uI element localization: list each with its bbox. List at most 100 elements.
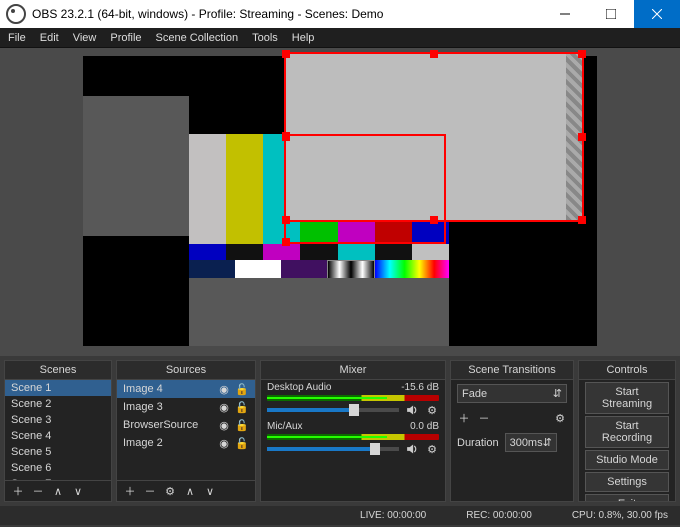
resize-handle[interactable] [578,216,586,224]
source-gray-rect [83,96,189,236]
move-up-icon[interactable]: ∧ [51,484,65,498]
studio-mode-button[interactable]: Studio Mode [585,450,669,470]
remove-icon[interactable]: － [477,411,491,425]
resize-handle[interactable] [282,132,290,140]
menu-profile[interactable]: Profile [110,32,141,44]
move-down-icon[interactable]: ∨ [203,484,217,498]
menu-tools[interactable]: Tools [252,32,278,44]
speaker-icon[interactable] [405,442,419,456]
resize-handle[interactable] [430,50,438,58]
duration-input[interactable]: 300ms⇵ [505,433,557,452]
status-rec: REC: 00:00:00 [466,510,532,521]
visibility-icon[interactable]: ◉ [217,436,231,450]
move-up-icon[interactable]: ∧ [183,484,197,498]
start-recording-button[interactable]: Start Recording [585,416,669,448]
resize-handle[interactable] [282,238,290,246]
close-button[interactable] [634,0,680,28]
gear-icon[interactable]: ⚙ [425,442,439,456]
resize-handle[interactable] [578,133,586,141]
volume-meter [267,395,439,401]
status-live: LIVE: 00:00:00 [360,510,426,521]
mixer-header: Mixer [261,361,445,380]
spin-icon: ⇵ [553,387,562,400]
spin-icon: ⇵ [543,436,552,449]
channel-name: Mic/Aux [267,421,303,432]
mixer-panel: Mixer Desktop Audio -15.6 dB ⚙ Mic/Aux 0.0… [260,360,446,502]
gear-icon[interactable]: ⚙ [553,411,567,425]
start-streaming-button[interactable]: Start Streaming [585,382,669,414]
scene-item[interactable]: Scene 3 [5,412,111,428]
mixer-body: Desktop Audio -15.6 dB ⚙ Mic/Aux 0.0 dB ⚙ [261,380,445,501]
transition-select[interactable]: Fade⇵ [457,384,567,403]
lock-icon[interactable]: 🔓 [235,400,249,414]
scene-item[interactable]: Scene 2 [5,396,111,412]
preview-canvas[interactable] [83,56,597,346]
scene-item[interactable]: Scene 4 [5,428,111,444]
menu-scene-collection[interactable]: Scene Collection [156,32,239,44]
lock-icon[interactable]: 🔓 [235,418,249,432]
lock-icon[interactable]: 🔓 [235,382,249,396]
transitions-header: Scene Transitions [451,361,573,380]
settings-button[interactable]: Settings [585,472,669,492]
channel-level: 0.0 dB [410,421,439,432]
dock-row: Scenes Scene 1 Scene 2 Scene 3 Scene 4 S… [0,356,680,506]
minimize-button[interactable] [542,0,588,28]
scenes-toolbar: ＋ － ∧ ∨ [5,480,111,501]
menu-help[interactable]: Help [292,32,315,44]
controls-header: Controls [579,361,675,380]
window-titlebar: OBS 23.2.1 (64-bit, windows) - Profile: … [0,0,680,28]
menu-edit[interactable]: Edit [40,32,59,44]
move-down-icon[interactable]: ∨ [71,484,85,498]
volume-meter [267,434,439,440]
add-icon[interactable]: ＋ [457,411,471,425]
controls-panel: Controls Start Streaming Start Recording… [578,360,676,502]
duration-label: Duration [457,437,499,449]
scenes-header: Scenes [5,361,111,380]
source-item[interactable]: BrowserSource ◉🔓 [117,416,255,434]
menu-bar: File Edit View Profile Scene Collection … [0,28,680,48]
sources-list[interactable]: Image 4 ◉🔓 Image 3 ◉🔓 BrowserSource ◉🔓 I… [117,380,255,480]
speaker-icon[interactable] [405,403,419,417]
scenes-list[interactable]: Scene 1 Scene 2 Scene 3 Scene 4 Scene 5 … [5,380,111,480]
scene-item[interactable]: Scene 1 [5,380,111,396]
mixer-channel: Desktop Audio -15.6 dB ⚙ [261,380,445,419]
remove-icon[interactable]: － [31,484,45,498]
scenes-panel: Scenes Scene 1 Scene 2 Scene 3 Scene 4 S… [4,360,112,502]
scene-item[interactable]: Scene 5 [5,444,111,460]
sources-panel: Sources Image 4 ◉🔓 Image 3 ◉🔓 BrowserSou… [116,360,256,502]
volume-slider[interactable] [267,408,399,412]
properties-icon[interactable]: ⚙ [163,484,177,498]
source-item[interactable]: Image 2 ◉🔓 [117,434,255,452]
menu-file[interactable]: File [8,32,26,44]
status-cpu: CPU: 0.8%, 30.00 fps [572,510,668,521]
lock-icon[interactable]: 🔓 [235,436,249,450]
exit-button[interactable]: Exit [585,494,669,501]
preview-area[interactable] [0,48,680,356]
app-icon [6,4,26,24]
source-item[interactable]: Image 3 ◉🔓 [117,398,255,416]
scene-item[interactable]: Scene 6 [5,460,111,476]
source-item[interactable]: Image 4 ◉🔓 [117,380,255,398]
sources-toolbar: ＋ － ⚙ ∧ ∨ [117,480,255,501]
source-gray-rect-2 [189,278,449,346]
volume-slider[interactable] [267,447,399,451]
resize-handle[interactable] [282,50,290,58]
sources-header: Sources [117,361,255,380]
status-bar: LIVE: 00:00:00 REC: 00:00:00 CPU: 0.8%, … [0,506,680,525]
mixer-channel: Mic/Aux 0.0 dB ⚙ [261,419,445,458]
gear-icon[interactable]: ⚙ [425,403,439,417]
resize-handle[interactable] [578,50,586,58]
transitions-panel: Scene Transitions Fade⇵ ＋ － ⚙ Duration 3… [450,360,574,502]
remove-icon[interactable]: － [143,484,157,498]
visibility-icon[interactable]: ◉ [217,400,231,414]
secondary-selection [284,134,446,244]
add-icon[interactable]: ＋ [11,484,25,498]
maximize-button[interactable] [588,0,634,28]
visibility-icon[interactable]: ◉ [217,382,231,396]
add-icon[interactable]: ＋ [123,484,137,498]
window-title: OBS 23.2.1 (64-bit, windows) - Profile: … [32,7,542,21]
visibility-icon[interactable]: ◉ [217,418,231,432]
channel-name: Desktop Audio [267,382,332,393]
channel-level: -15.6 dB [401,382,439,393]
menu-view[interactable]: View [73,32,97,44]
